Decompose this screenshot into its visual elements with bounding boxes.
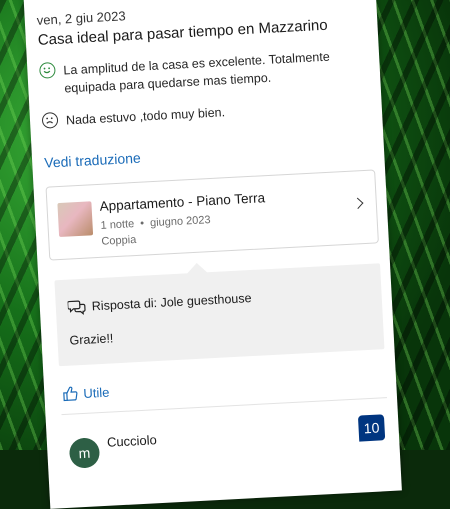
chevron-right-icon[interactable] xyxy=(352,197,364,209)
avatar: m xyxy=(68,437,101,469)
helpful-label: Utile xyxy=(82,384,110,401)
thumbs-up-icon xyxy=(63,386,78,402)
helpful-button[interactable]: Utile xyxy=(62,369,386,402)
score-badge: 10 xyxy=(357,414,386,442)
reply-text: Grazie!! xyxy=(69,331,114,348)
separator-dot: • xyxy=(139,217,145,230)
room-thumbnail xyxy=(57,201,94,238)
positive-text: La amplitud de la casa es excelente. Tot… xyxy=(63,49,331,96)
nights-count: 1 notte xyxy=(100,218,135,232)
next-review-header: m Cucciolo 10 xyxy=(62,414,390,471)
traveler-type: Coppia xyxy=(101,233,137,248)
reply-label: Risposta di: Jole guesthouse xyxy=(91,291,252,314)
stay-details: 1 notte • giugno 2023 xyxy=(100,214,211,232)
positive-comment: La amplitud de la casa es excelente. Tot… xyxy=(39,46,370,99)
review-content: ven, 2 giu 2023 Casa ideal para pasar ti… xyxy=(36,0,390,471)
review-card: ven, 2 giu 2023 Casa ideal para pasar ti… xyxy=(22,0,402,509)
stay-month: giugno 2023 xyxy=(149,214,211,230)
negative-text: Nada estuvo ,todo muy bien. xyxy=(65,105,226,128)
host-reply: Risposta di: Jole guesthouse Grazie!! xyxy=(50,262,385,367)
room-name: Appartamento - Piano Terra xyxy=(99,190,266,214)
translate-link[interactable]: Vedi traduzione xyxy=(44,137,374,171)
negative-comment: Nada estuvo ,todo muy bien. xyxy=(41,95,372,130)
reply-header: Risposta di: Jole guesthouse xyxy=(67,290,252,316)
divider xyxy=(61,397,388,416)
smile-icon xyxy=(39,61,56,79)
reviewer-name: Cucciolo xyxy=(106,432,158,450)
stay-info-card[interactable]: Appartamento - Piano Terra 1 notte • giugn… xyxy=(45,169,379,261)
speech-bubbles-icon xyxy=(67,300,86,315)
frown-icon xyxy=(41,111,59,129)
reply-box: Risposta di: Jole guesthouse Grazie!! xyxy=(54,263,385,367)
